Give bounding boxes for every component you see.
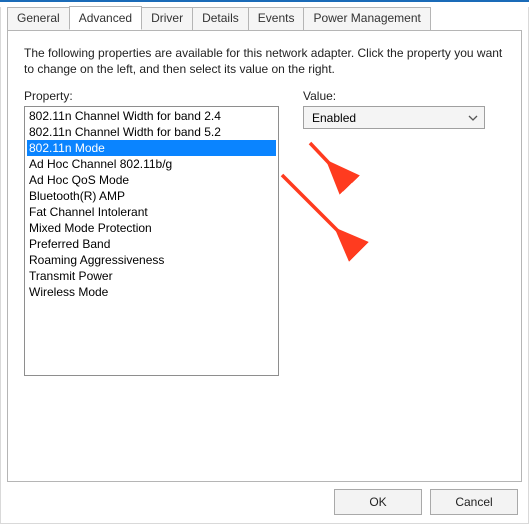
property-label: Property: xyxy=(24,89,279,103)
cancel-button[interactable]: Cancel xyxy=(430,489,518,515)
columns: Property: 802.11n Channel Width for band… xyxy=(24,89,505,376)
window-titlebar-accent xyxy=(0,0,529,2)
tab-strip: GeneralAdvancedDriverDetailsEventsPower … xyxy=(7,7,522,31)
list-item[interactable]: 802.11n Channel Width for band 5.2 xyxy=(27,124,276,140)
property-listbox[interactable]: 802.11n Channel Width for band 2.4802.11… xyxy=(24,106,279,376)
list-item[interactable]: Ad Hoc QoS Mode xyxy=(27,172,276,188)
properties-dialog: GeneralAdvancedDriverDetailsEventsPower … xyxy=(0,7,529,524)
list-item[interactable]: Wireless Mode xyxy=(27,284,276,300)
tab-details[interactable]: Details xyxy=(192,7,249,31)
panel-description: The following properties are available f… xyxy=(24,45,505,77)
value-dropdown[interactable]: Enabled xyxy=(303,106,485,129)
list-item[interactable]: Transmit Power xyxy=(27,268,276,284)
ok-button[interactable]: OK xyxy=(334,489,422,515)
tab-driver[interactable]: Driver xyxy=(141,7,193,31)
list-item[interactable]: Mixed Mode Protection xyxy=(27,220,276,236)
list-item[interactable]: Preferred Band xyxy=(27,236,276,252)
list-item[interactable]: Bluetooth(R) AMP xyxy=(27,188,276,204)
tab-panel-advanced: The following properties are available f… xyxy=(7,30,522,482)
tab-advanced[interactable]: Advanced xyxy=(69,6,142,30)
value-column: Value: Enabled xyxy=(303,89,505,376)
list-item[interactable]: 802.11n Channel Width for band 2.4 xyxy=(27,108,276,124)
property-column: Property: 802.11n Channel Width for band… xyxy=(24,89,279,376)
dialog-button-row: OK Cancel xyxy=(334,489,518,515)
tab-power-management[interactable]: Power Management xyxy=(303,7,430,31)
tab-events[interactable]: Events xyxy=(248,7,305,31)
value-dropdown-selected: Enabled xyxy=(312,111,356,125)
value-label: Value: xyxy=(303,89,505,103)
list-item[interactable]: Roaming Aggressiveness xyxy=(27,252,276,268)
list-item[interactable]: Fat Channel Intolerant xyxy=(27,204,276,220)
list-item[interactable]: Ad Hoc Channel 802.11b/g xyxy=(27,156,276,172)
tab-general[interactable]: General xyxy=(7,7,70,31)
list-item[interactable]: 802.11n Mode xyxy=(27,140,276,156)
chevron-down-icon xyxy=(468,113,478,123)
